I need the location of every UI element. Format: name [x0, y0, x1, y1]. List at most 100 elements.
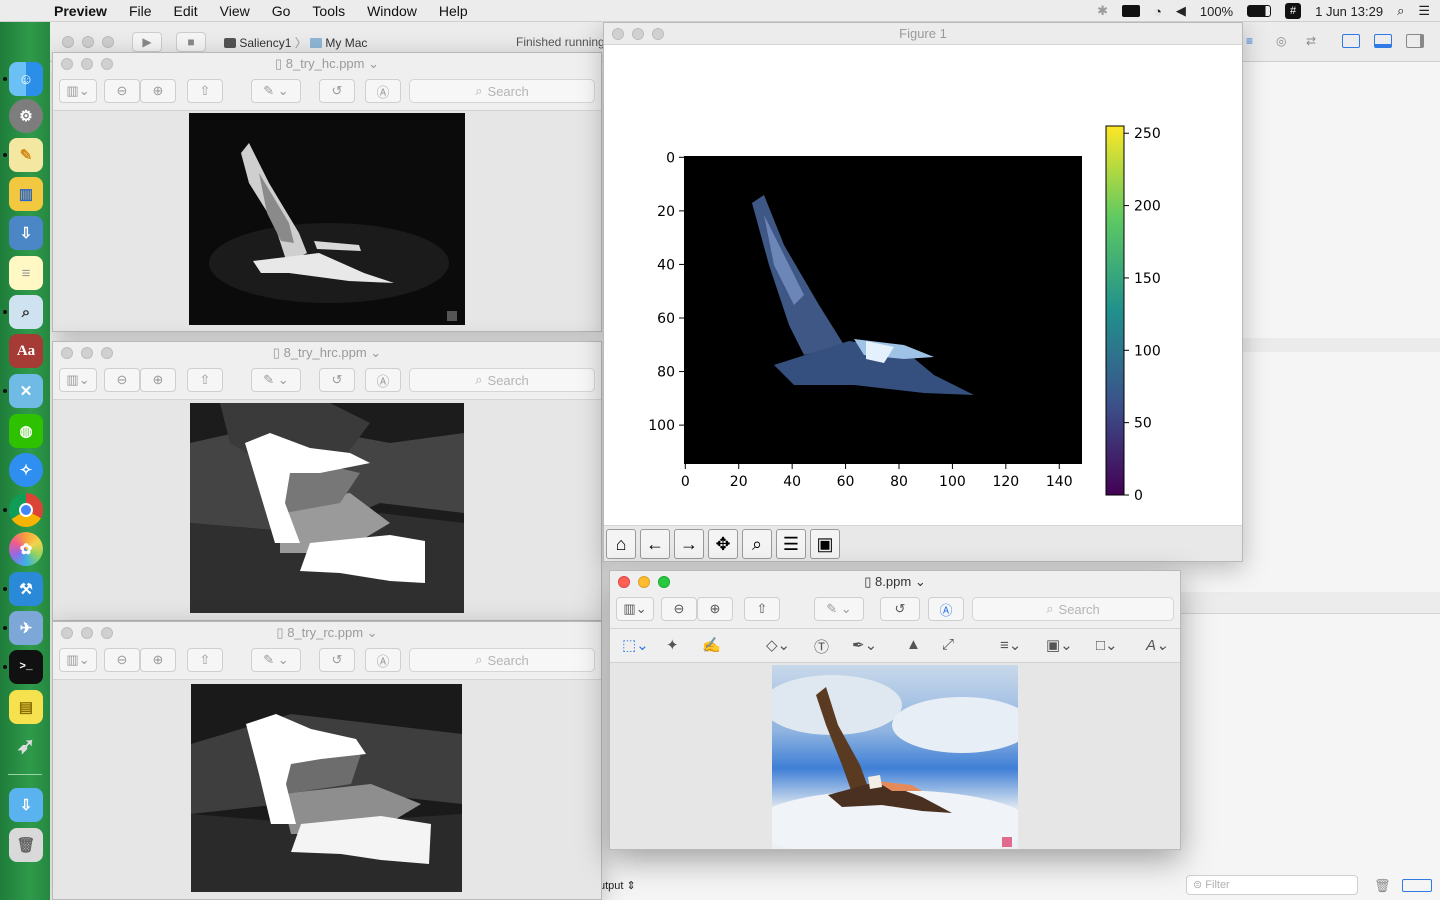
- memory-icon[interactable]: [1122, 5, 1140, 17]
- rect-selection-icon[interactable]: ⬚⌄: [622, 636, 649, 654]
- zoom-button[interactable]: [652, 28, 664, 40]
- volume-icon[interactable]: ◀: [1176, 3, 1186, 19]
- zoom-out-button[interactable]: ⊖: [104, 368, 140, 392]
- menu-edit[interactable]: Edit: [163, 3, 209, 19]
- sidebar-toggle-button[interactable]: ▥⌄: [616, 597, 654, 621]
- shape-style-icon[interactable]: ≡⌄: [1000, 636, 1021, 654]
- markup-pen-button[interactable]: ✎ ⌄: [251, 368, 301, 392]
- editor-standard-icon[interactable]: ≡: [1246, 34, 1253, 48]
- share-button[interactable]: ⇧: [744, 597, 780, 621]
- close-button[interactable]: [618, 576, 630, 588]
- menu-window[interactable]: Window: [356, 3, 428, 19]
- debug-area-toggle-icon[interactable]: [1374, 34, 1392, 48]
- notification-center-icon[interactable]: ☰: [1418, 3, 1430, 19]
- zoom-button[interactable]: [102, 36, 114, 48]
- dictionary-icon[interactable]: Aa: [9, 334, 43, 368]
- stickies-icon[interactable]: ▤: [9, 690, 43, 724]
- minimize-button[interactable]: [81, 58, 93, 70]
- sketch-icon[interactable]: ✍: [702, 636, 721, 654]
- window-title[interactable]: 8.ppm: [875, 574, 911, 589]
- zoom-out-button[interactable]: ⊖: [104, 648, 140, 672]
- bluetooth-icon[interactable]: ✱: [1097, 3, 1108, 19]
- sidebar-toggle-button[interactable]: ▥⌄: [59, 368, 97, 392]
- markup-pen-button[interactable]: ✎ ⌄: [251, 648, 301, 672]
- downloads-folder-icon[interactable]: ⇩: [9, 788, 43, 822]
- instant-alpha-icon[interactable]: ✦: [666, 636, 679, 654]
- python-launcher-icon[interactable]: ✈: [9, 611, 43, 645]
- xquartz-icon[interactable]: ✕: [9, 374, 43, 408]
- sidebar-toggle-button[interactable]: ▥⌄: [59, 79, 97, 103]
- chevron-down-icon[interactable]: ⌄: [915, 574, 926, 589]
- close-button[interactable]: [61, 347, 73, 359]
- back-arrow-icon[interactable]: ←: [640, 529, 670, 559]
- search-field[interactable]: ⌕ Search: [972, 597, 1174, 621]
- zoom-in-button[interactable]: ⊕: [697, 597, 733, 621]
- preview-icon[interactable]: ⌕: [9, 295, 43, 329]
- markup-pen-button[interactable]: ✎ ⌄: [814, 597, 864, 621]
- minimize-button[interactable]: [82, 36, 94, 48]
- zoom-in-button[interactable]: ⊕: [140, 79, 176, 103]
- rotate-button[interactable]: ↺: [319, 648, 355, 672]
- wechat-icon[interactable]: ◍: [9, 414, 43, 448]
- markup-toolbar-button[interactable]: Ⓐ: [365, 368, 401, 392]
- safari-icon[interactable]: ✧: [9, 453, 43, 487]
- zoom-button[interactable]: [658, 576, 670, 588]
- zoom-out-button[interactable]: ⊖: [661, 597, 697, 621]
- markup-toolbar-button[interactable]: Ⓐ: [365, 79, 401, 103]
- close-button[interactable]: [62, 36, 74, 48]
- zoom-out-button[interactable]: ⊖: [104, 79, 140, 103]
- adjust-color-icon[interactable]: ▲: [906, 636, 921, 653]
- trash-icon[interactable]: 🗑: [9, 828, 43, 862]
- window-title[interactable]: 8_try_rc.ppm: [287, 625, 363, 640]
- share-button[interactable]: ⇧: [187, 648, 223, 672]
- search-field[interactable]: ⌕ Search: [409, 368, 595, 392]
- minimize-button[interactable]: [81, 347, 93, 359]
- minimize-button[interactable]: [81, 627, 93, 639]
- fill-color-icon[interactable]: □⌄: [1096, 636, 1118, 654]
- menu-help[interactable]: Help: [428, 3, 479, 19]
- adjust-size-icon[interactable]: ⤢: [942, 636, 954, 653]
- minimize-button[interactable]: [632, 28, 644, 40]
- share-button[interactable]: ⇧: [187, 368, 223, 392]
- rotate-button[interactable]: ↺: [319, 79, 355, 103]
- editor-assistant-icon[interactable]: ◎: [1276, 34, 1286, 48]
- pan-icon[interactable]: ✥: [708, 529, 738, 559]
- markup-toolbar-button[interactable]: Ⓐ: [365, 648, 401, 672]
- clock[interactable]: 1 Jun 13:29: [1315, 4, 1383, 19]
- shapes-icon[interactable]: ◇⌄: [766, 636, 790, 654]
- chrome-icon[interactable]: [9, 493, 43, 527]
- chevron-down-icon[interactable]: ⌄: [368, 56, 379, 71]
- markup-pen-button[interactable]: ✎ ⌄: [251, 79, 301, 103]
- menu-view[interactable]: View: [209, 3, 261, 19]
- rotate-button[interactable]: ↺: [880, 597, 920, 621]
- zoom-in-button[interactable]: ⊕: [140, 368, 176, 392]
- sidebar-toggle-button[interactable]: ▥⌄: [59, 648, 97, 672]
- spotlight-search-icon[interactable]: ⌕: [1397, 3, 1404, 19]
- window-title[interactable]: 8_try_hc.ppm: [286, 56, 365, 71]
- editor-version-icon[interactable]: ⇄: [1306, 34, 1316, 48]
- installer-icon[interactable]: ⇩: [9, 216, 43, 250]
- terminal-icon[interactable]: >_: [9, 650, 43, 684]
- run-button[interactable]: ▶: [132, 32, 162, 52]
- clear-console-icon[interactable]: 🗑: [1374, 878, 1391, 894]
- share-button[interactable]: ⇧: [187, 79, 223, 103]
- window-title[interactable]: 8_try_hrc.ppm: [284, 345, 367, 360]
- zoom-button[interactable]: [101, 58, 113, 70]
- chevron-down-icon[interactable]: ⌄: [370, 345, 381, 360]
- close-button[interactable]: [61, 58, 73, 70]
- zoom-button[interactable]: [101, 627, 113, 639]
- configure-icon[interactable]: ☰: [776, 529, 806, 559]
- wifi-icon[interactable]: ◔: [1154, 4, 1162, 19]
- finder-icon[interactable]: ☺: [9, 62, 43, 96]
- stop-button[interactable]: ■: [176, 32, 206, 52]
- notes-icon[interactable]: ≡: [9, 256, 43, 290]
- close-button[interactable]: [61, 627, 73, 639]
- save-icon[interactable]: ▣: [810, 529, 840, 559]
- chevron-down-icon[interactable]: ⌄: [367, 625, 378, 640]
- menu-app-preview[interactable]: Preview: [54, 3, 118, 19]
- system-preferences-icon[interactable]: ⚙: [9, 99, 43, 133]
- navigator-toggle-icon[interactable]: [1342, 34, 1360, 48]
- zoom-in-button[interactable]: ⊕: [140, 648, 176, 672]
- rotate-button[interactable]: ↺: [319, 368, 355, 392]
- console-filter-field[interactable]: ⊜ Filter: [1186, 875, 1358, 895]
